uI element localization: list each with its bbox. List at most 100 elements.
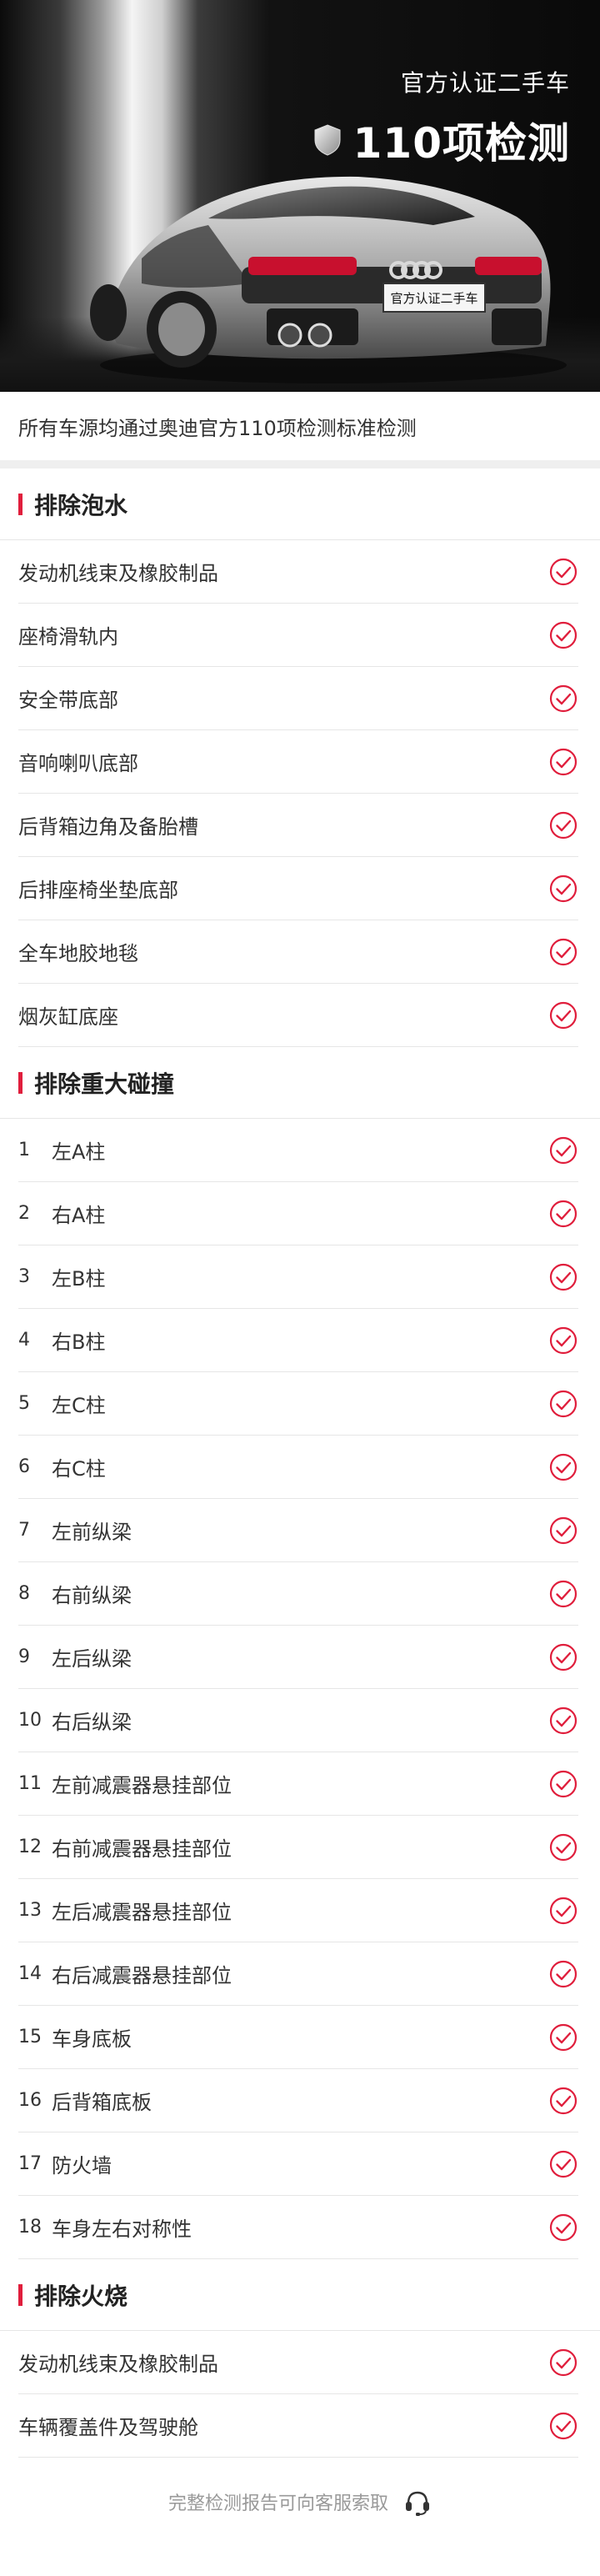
headset-icon[interactable] <box>403 2488 432 2516</box>
check-icon <box>549 2150 578 2178</box>
check-icon <box>549 2348 578 2376</box>
section-header: 排除火烧 <box>0 2259 600 2331</box>
inspection-item: 6 右C柱 <box>18 1452 106 1481</box>
check-icon <box>549 2412 578 2439</box>
check-icon <box>549 1580 578 1607</box>
inspection-item-row: 4 右B柱 <box>18 1309 578 1372</box>
item-number: 12 <box>18 1837 42 1857</box>
inspection-item: 发动机线束及橡胶制品 <box>18 2348 218 2377</box>
inspection-item-row: 后背箱边角及备胎槽 <box>18 794 578 857</box>
inspection-item-row: 5 左C柱 <box>18 1372 578 1436</box>
item-label: 全车地胶地毯 <box>18 942 138 965</box>
inspection-item: 发动机线束及橡胶制品 <box>18 557 218 586</box>
footer-text: 完整检测报告可向客服索取 <box>168 2493 388 2514</box>
check-icon <box>549 1706 578 1734</box>
inspection-item: 音响喇叭底部 <box>18 747 138 776</box>
inspection-item-row: 12 右前减震器悬挂部位 <box>18 1816 578 1879</box>
item-label: 左B柱 <box>52 1267 106 1291</box>
item-label: 后背箱边角及备胎槽 <box>18 815 198 839</box>
item-number: 17 <box>18 2153 42 2174</box>
hero-banner: 官方认证二手车 官方认证二手车 110项检测 <box>0 0 600 392</box>
check-icon <box>549 748 578 775</box>
inspection-item-row: 发动机线束及橡胶制品 <box>18 2331 578 2394</box>
check-icon <box>549 1643 578 1671</box>
check-icon <box>549 2087 578 2114</box>
section-accent-bar <box>18 1071 22 1094</box>
inspection-item-row: 17 防火墙 <box>18 2132 578 2196</box>
check-icon <box>549 938 578 965</box>
hero-title-row: 110项检测 <box>313 110 570 170</box>
inspection-item-row: 7 左前纵梁 <box>18 1499 578 1562</box>
check-icon <box>549 621 578 649</box>
item-label: 发动机线束及橡胶制品 <box>18 2353 218 2376</box>
check-icon <box>549 2023 578 2051</box>
inspection-item-row: 18 车身左右对称性 <box>18 2196 578 2259</box>
inspection-item: 座椅滑轨内 <box>18 620 118 649</box>
item-number: 2 <box>18 1203 30 1224</box>
item-label: 右后纵梁 <box>52 1711 132 1734</box>
inspection-item: 车辆覆盖件及驾驶舱 <box>18 2411 198 2440</box>
item-label: 烟灰缸底座 <box>18 1005 118 1029</box>
inspection-item: 安全带底部 <box>18 684 118 713</box>
inspection-item: 16 后背箱底板 <box>18 2086 152 2115</box>
item-label: 发动机线束及橡胶制品 <box>18 562 218 585</box>
item-number: 13 <box>18 1900 42 1921</box>
inspection-item: 15 车身底板 <box>18 2022 132 2052</box>
hero-title-group: 官方认证二手车 110项检测 <box>313 65 570 170</box>
check-icon <box>549 1516 578 1544</box>
item-number: 3 <box>18 1266 30 1287</box>
section-header: 排除泡水 <box>0 469 600 540</box>
section-header: 排除重大碰撞 <box>0 1047 600 1119</box>
check-icon <box>549 1960 578 1987</box>
item-label: 后排座椅坐垫底部 <box>18 879 178 902</box>
check-icon <box>549 1200 578 1227</box>
check-icon <box>549 684 578 712</box>
footer[interactable]: 完整检测报告可向客服索取 <box>0 2458 600 2546</box>
item-number: 1 <box>18 1140 30 1160</box>
check-icon <box>549 2213 578 2241</box>
inspection-item-row: 后排座椅坐垫底部 <box>18 857 578 920</box>
inspection-item: 14 右后减震器悬挂部位 <box>18 1959 232 1988</box>
item-label: 左前纵梁 <box>52 1521 132 1544</box>
hero-title: 110项检测 <box>352 119 570 168</box>
item-number: 6 <box>18 1456 30 1477</box>
item-label: 左后减震器悬挂部位 <box>52 1901 232 1924</box>
item-label: 安全带底部 <box>18 689 118 712</box>
item-label: 右前纵梁 <box>52 1584 132 1607</box>
inspection-item-row: 3 左B柱 <box>18 1245 578 1309</box>
inspection-item: 11 左前减震器悬挂部位 <box>18 1769 232 1798</box>
inspection-item: 烟灰缸底座 <box>18 1000 118 1030</box>
inspection-item-row: 8 右前纵梁 <box>18 1562 578 1626</box>
inspection-item: 13 左后减震器悬挂部位 <box>18 1896 232 1925</box>
item-number: 11 <box>18 1773 42 1794</box>
inspection-item-row: 安全带底部 <box>18 667 578 730</box>
check-icon <box>549 1897 578 1924</box>
item-label: 右前减震器悬挂部位 <box>52 1837 232 1861</box>
inspection-item: 后排座椅坐垫底部 <box>18 874 178 903</box>
item-label: 座椅滑轨内 <box>18 625 118 649</box>
inspection-item: 5 左C柱 <box>18 1389 106 1418</box>
item-number: 14 <box>18 1963 42 1984</box>
inspection-item-row: 14 右后减震器悬挂部位 <box>18 1942 578 2006</box>
inspection-item-row: 音响喇叭底部 <box>18 730 578 794</box>
hero-subtitle: 官方认证二手车 <box>400 69 570 97</box>
check-icon <box>549 1453 578 1481</box>
inspection-item: 1 左A柱 <box>18 1135 105 1165</box>
item-label: 右A柱 <box>52 1204 106 1227</box>
inspection-sections: 排除泡水发动机线束及橡胶制品 座椅滑轨内安全带底部音响喇叭底部后背箱边角及备胎槽后… <box>0 469 600 2458</box>
inspection-item: 18 车身左右对称性 <box>18 2213 192 2242</box>
inspection-item-row: 发动机线束及橡胶制品 <box>18 540 578 604</box>
inspection-item-row: 11 左前减震器悬挂部位 <box>18 1752 578 1816</box>
item-label: 右C柱 <box>52 1457 106 1481</box>
item-label: 音响喇叭底部 <box>18 752 138 775</box>
check-icon <box>549 875 578 902</box>
inspection-item-row: 座椅滑轨内 <box>18 604 578 667</box>
inspection-item-row: 烟灰缸底座 <box>18 984 578 1047</box>
inspection-item: 8 右前纵梁 <box>18 1579 132 1608</box>
check-icon <box>549 1390 578 1417</box>
item-label: 左A柱 <box>52 1140 106 1164</box>
inspection-item: 17 防火墙 <box>18 2149 112 2178</box>
section-accent-bar <box>18 493 22 515</box>
inspection-item-row: 6 右C柱 <box>18 1436 578 1499</box>
item-number: 4 <box>18 1330 30 1351</box>
